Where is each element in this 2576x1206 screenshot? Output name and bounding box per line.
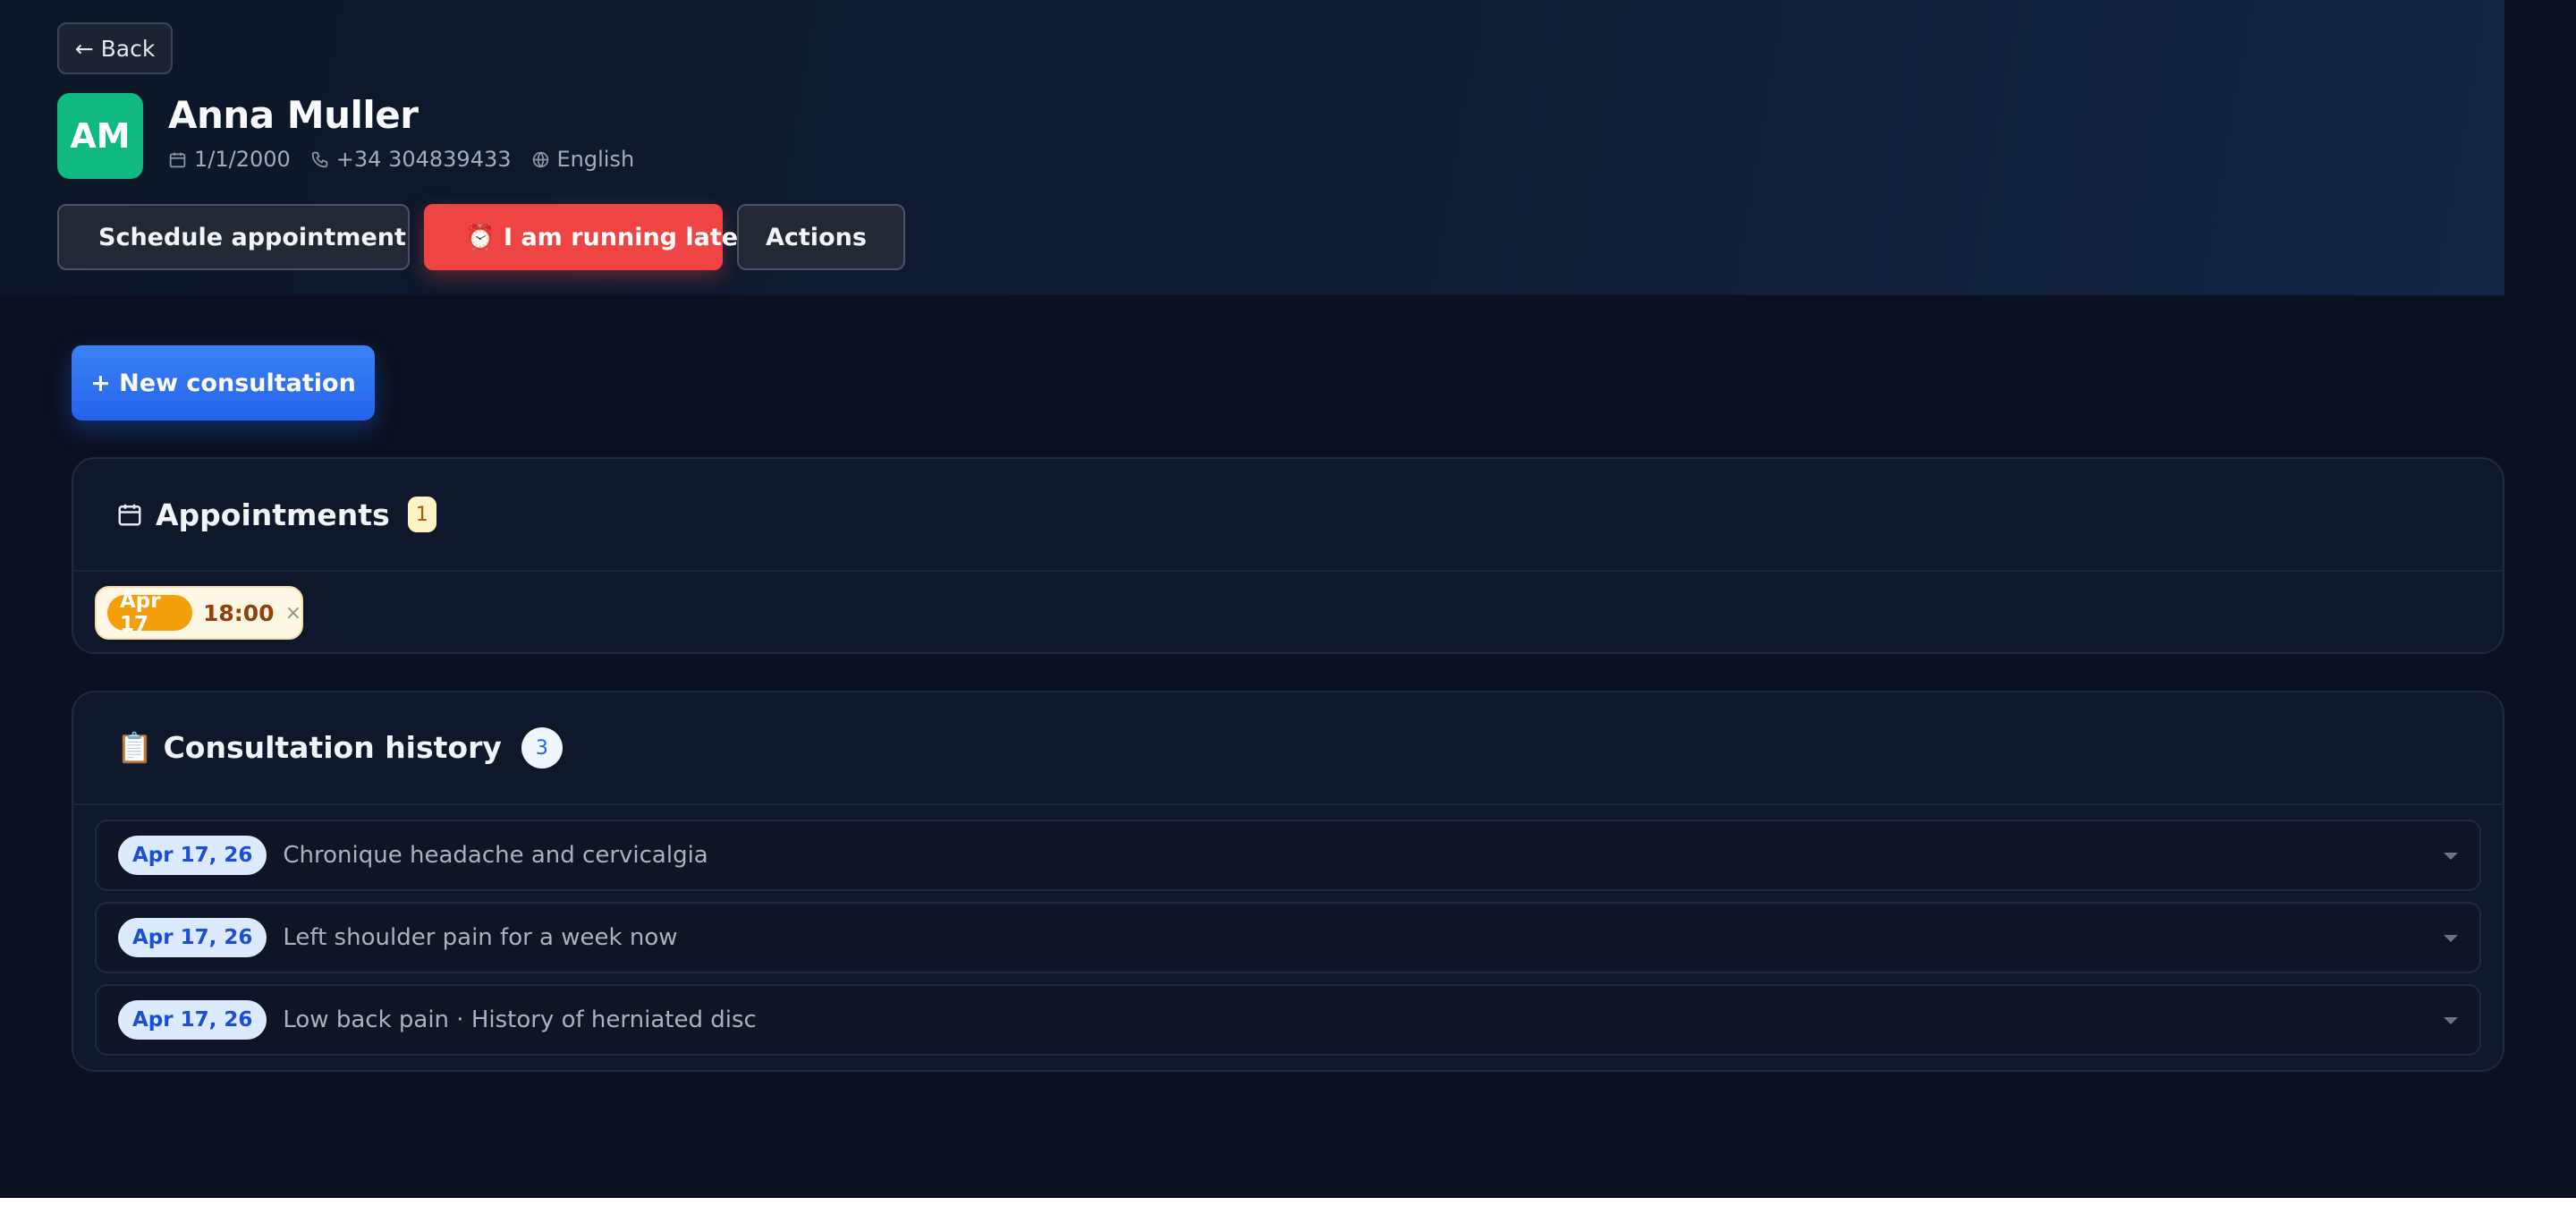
actions-label: Actions [766,223,867,251]
phone: +34 304839433 [310,147,512,172]
phone-value: +34 304839433 [335,147,512,172]
consultation-row[interactable]: Apr 17, 26 Low back pain · History of he… [95,984,2481,1056]
patient-name: Anna Muller [168,93,419,137]
globe-icon [532,151,548,167]
caret-down-icon[interactable] [2444,935,2458,942]
avatar-initials: AM [70,116,131,156]
consultation-date: Apr 17, 26 [118,918,267,957]
consultation-date: Apr 17, 26 [118,836,267,875]
consultation-row[interactable]: Apr 17, 26 Chronique headache and cervic… [95,820,2481,891]
calendar-icon [118,504,141,526]
header-actions: Schedule appointment ⏰ I am running late… [57,204,905,270]
page-bottom-edge [0,1198,2576,1206]
caret-down-icon[interactable] [2444,853,2458,860]
appointments-header: Appointments 1 [73,459,2503,572]
running-late-button[interactable]: ⏰ I am running late [424,204,738,270]
consultation-summary: Left shoulder pain for a week now [283,924,678,951]
avatar: AM [57,93,143,179]
new-consultation-button[interactable]: + New consultation [72,345,375,420]
consultation-date: Apr 17, 26 [118,1000,267,1040]
appointments-title: Appointments [156,497,390,532]
back-label: ← Back [74,35,156,62]
schedule-appointment-button[interactable]: Schedule appointment [57,204,410,270]
caret-down-icon[interactable] [2444,1017,2458,1024]
remove-appointment-icon[interactable]: × [285,602,301,624]
language: English [531,147,635,172]
running-late-label: ⏰ I am running late [465,224,739,251]
appointments-count-badge: 1 [407,497,436,532]
chevron-down-icon [876,236,877,238]
birth-date: 1/1/2000 [168,147,291,172]
appointment-time: 18:00 [202,599,275,626]
phone-icon [311,151,328,167]
consultation-history-card: 📋 Consultation history 3 Apr 17, 26 Chro… [72,691,2504,1072]
consultation-history-title: 📋 Consultation history [116,730,502,765]
calendar-icon [169,152,186,167]
patient-meta: 1/1/2000 +34 304839433 English [168,147,634,172]
consultation-history-header: 📋 Consultation history 3 [73,692,2503,805]
language-value: English [556,147,635,172]
birth-date-value: 1/1/2000 [194,147,291,172]
appointment-date: Apr 17 [107,590,192,636]
consultation-row[interactable]: Apr 17, 26 Left shoulder pain for a week… [95,902,2481,973]
consultation-summary: Chronique headache and cervicalgia [283,842,708,869]
consultation-summary: Low back pain · History of herniated dis… [283,1006,757,1033]
appointment-chip[interactable]: Apr 17 18:00 × [95,586,303,640]
history-count-badge: 3 [521,727,563,769]
back-button[interactable]: ← Back [57,22,173,74]
appointments-card: Appointments 1 Apr 17 18:00 × [72,457,2504,654]
actions-dropdown[interactable]: Actions [737,204,905,270]
new-consultation-label: + New consultation [90,369,356,397]
page-gutter [2504,0,2576,1198]
consultation-list: Apr 17, 26 Chronique headache and cervic… [95,820,2481,1066]
schedule-label: Schedule appointment [98,223,406,251]
